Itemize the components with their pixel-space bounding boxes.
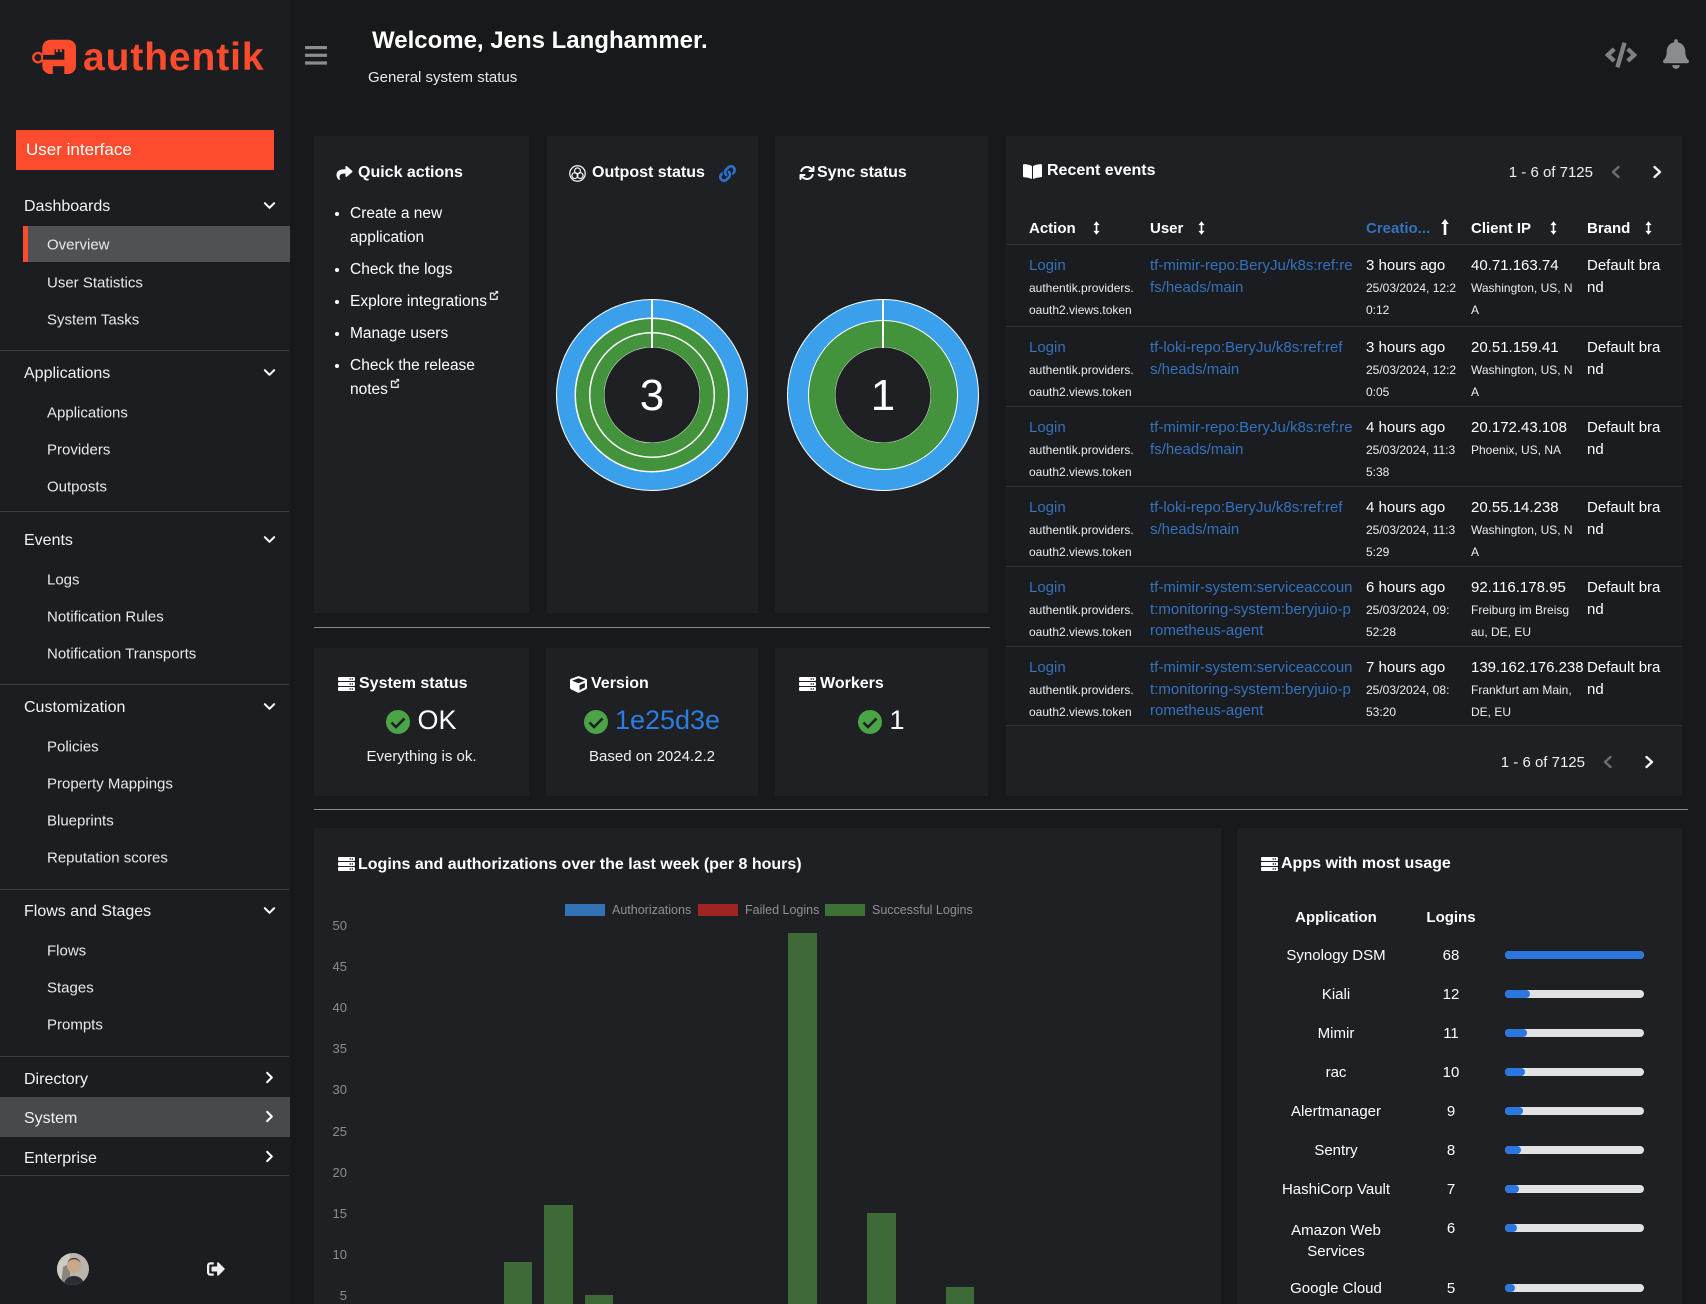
svg-text:authentik: authentik	[83, 36, 264, 79]
svg-text:1: 1	[871, 371, 895, 420]
svg-text:3: 3	[640, 371, 664, 420]
